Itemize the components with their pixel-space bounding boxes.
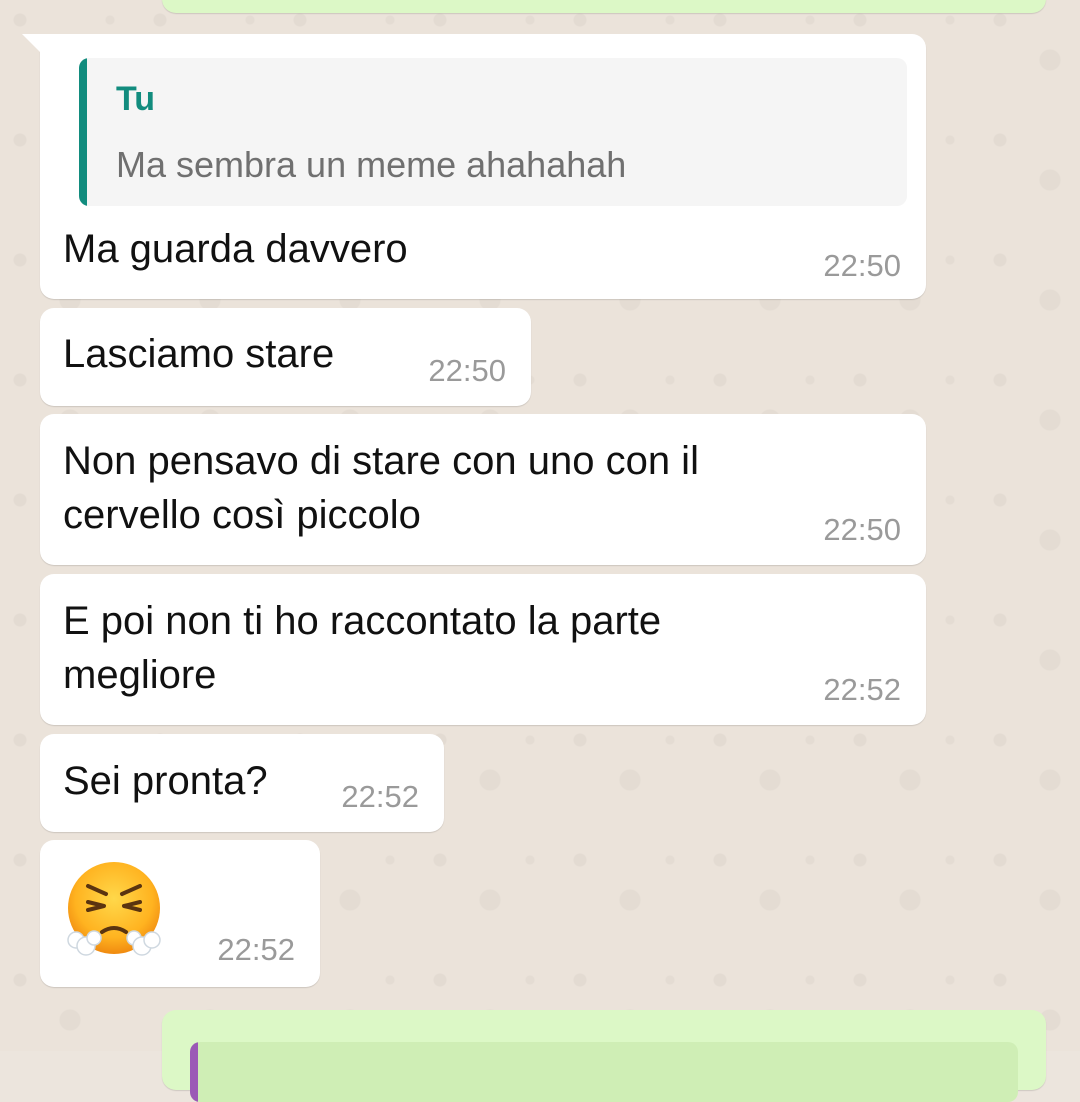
incoming-message-bubble[interactable]: E poi non ti ho raccontato la parte megl… — [40, 574, 926, 725]
message-time: 22:50 — [428, 353, 506, 388]
bubble-tail — [22, 34, 44, 56]
message-text: Non pensavo di stare con uno con il cerv… — [63, 439, 699, 537]
face-with-steam-from-nose-icon — [67, 862, 161, 956]
incoming-message-bubble[interactable]: Tu Ma sembra un meme ahahahah Ma guarda … — [22, 34, 926, 299]
quoted-message-preview[interactable] — [190, 1042, 1018, 1102]
message-text: Lasciamo stare — [63, 332, 335, 376]
quote-accent-bar — [79, 58, 87, 206]
incoming-message-bubble[interactable]: Lasciamo stare 22:50 — [40, 308, 531, 406]
message-time: 22:52 — [217, 932, 295, 967]
outgoing-message-bubble-top[interactable] — [162, 0, 1046, 13]
quote-accent-bar — [190, 1042, 198, 1102]
quote-text: Ma sembra un meme ahahahah — [116, 144, 627, 185]
message-text: E poi non ti ho raccontato la parte megl… — [63, 599, 662, 697]
outgoing-message-bubble-bottom[interactable] — [162, 1010, 1046, 1102]
message-time: 22:50 — [823, 512, 901, 547]
message-time: 22:50 — [823, 248, 901, 283]
quote-author: Tu — [116, 80, 156, 118]
message-text: Sei pronta? — [63, 759, 268, 803]
incoming-message-bubble[interactable]: 22:52 — [40, 840, 320, 987]
message-time: 22:52 — [823, 672, 901, 707]
incoming-message-bubble[interactable]: Sei pronta? 22:52 — [40, 734, 444, 832]
message-text: Ma guarda davvero — [63, 227, 408, 271]
quoted-message[interactable]: Tu Ma sembra un meme ahahahah — [79, 58, 907, 206]
incoming-message-bubble[interactable]: Non pensavo di stare con uno con il cerv… — [40, 414, 926, 565]
message-time: 22:52 — [341, 779, 419, 814]
